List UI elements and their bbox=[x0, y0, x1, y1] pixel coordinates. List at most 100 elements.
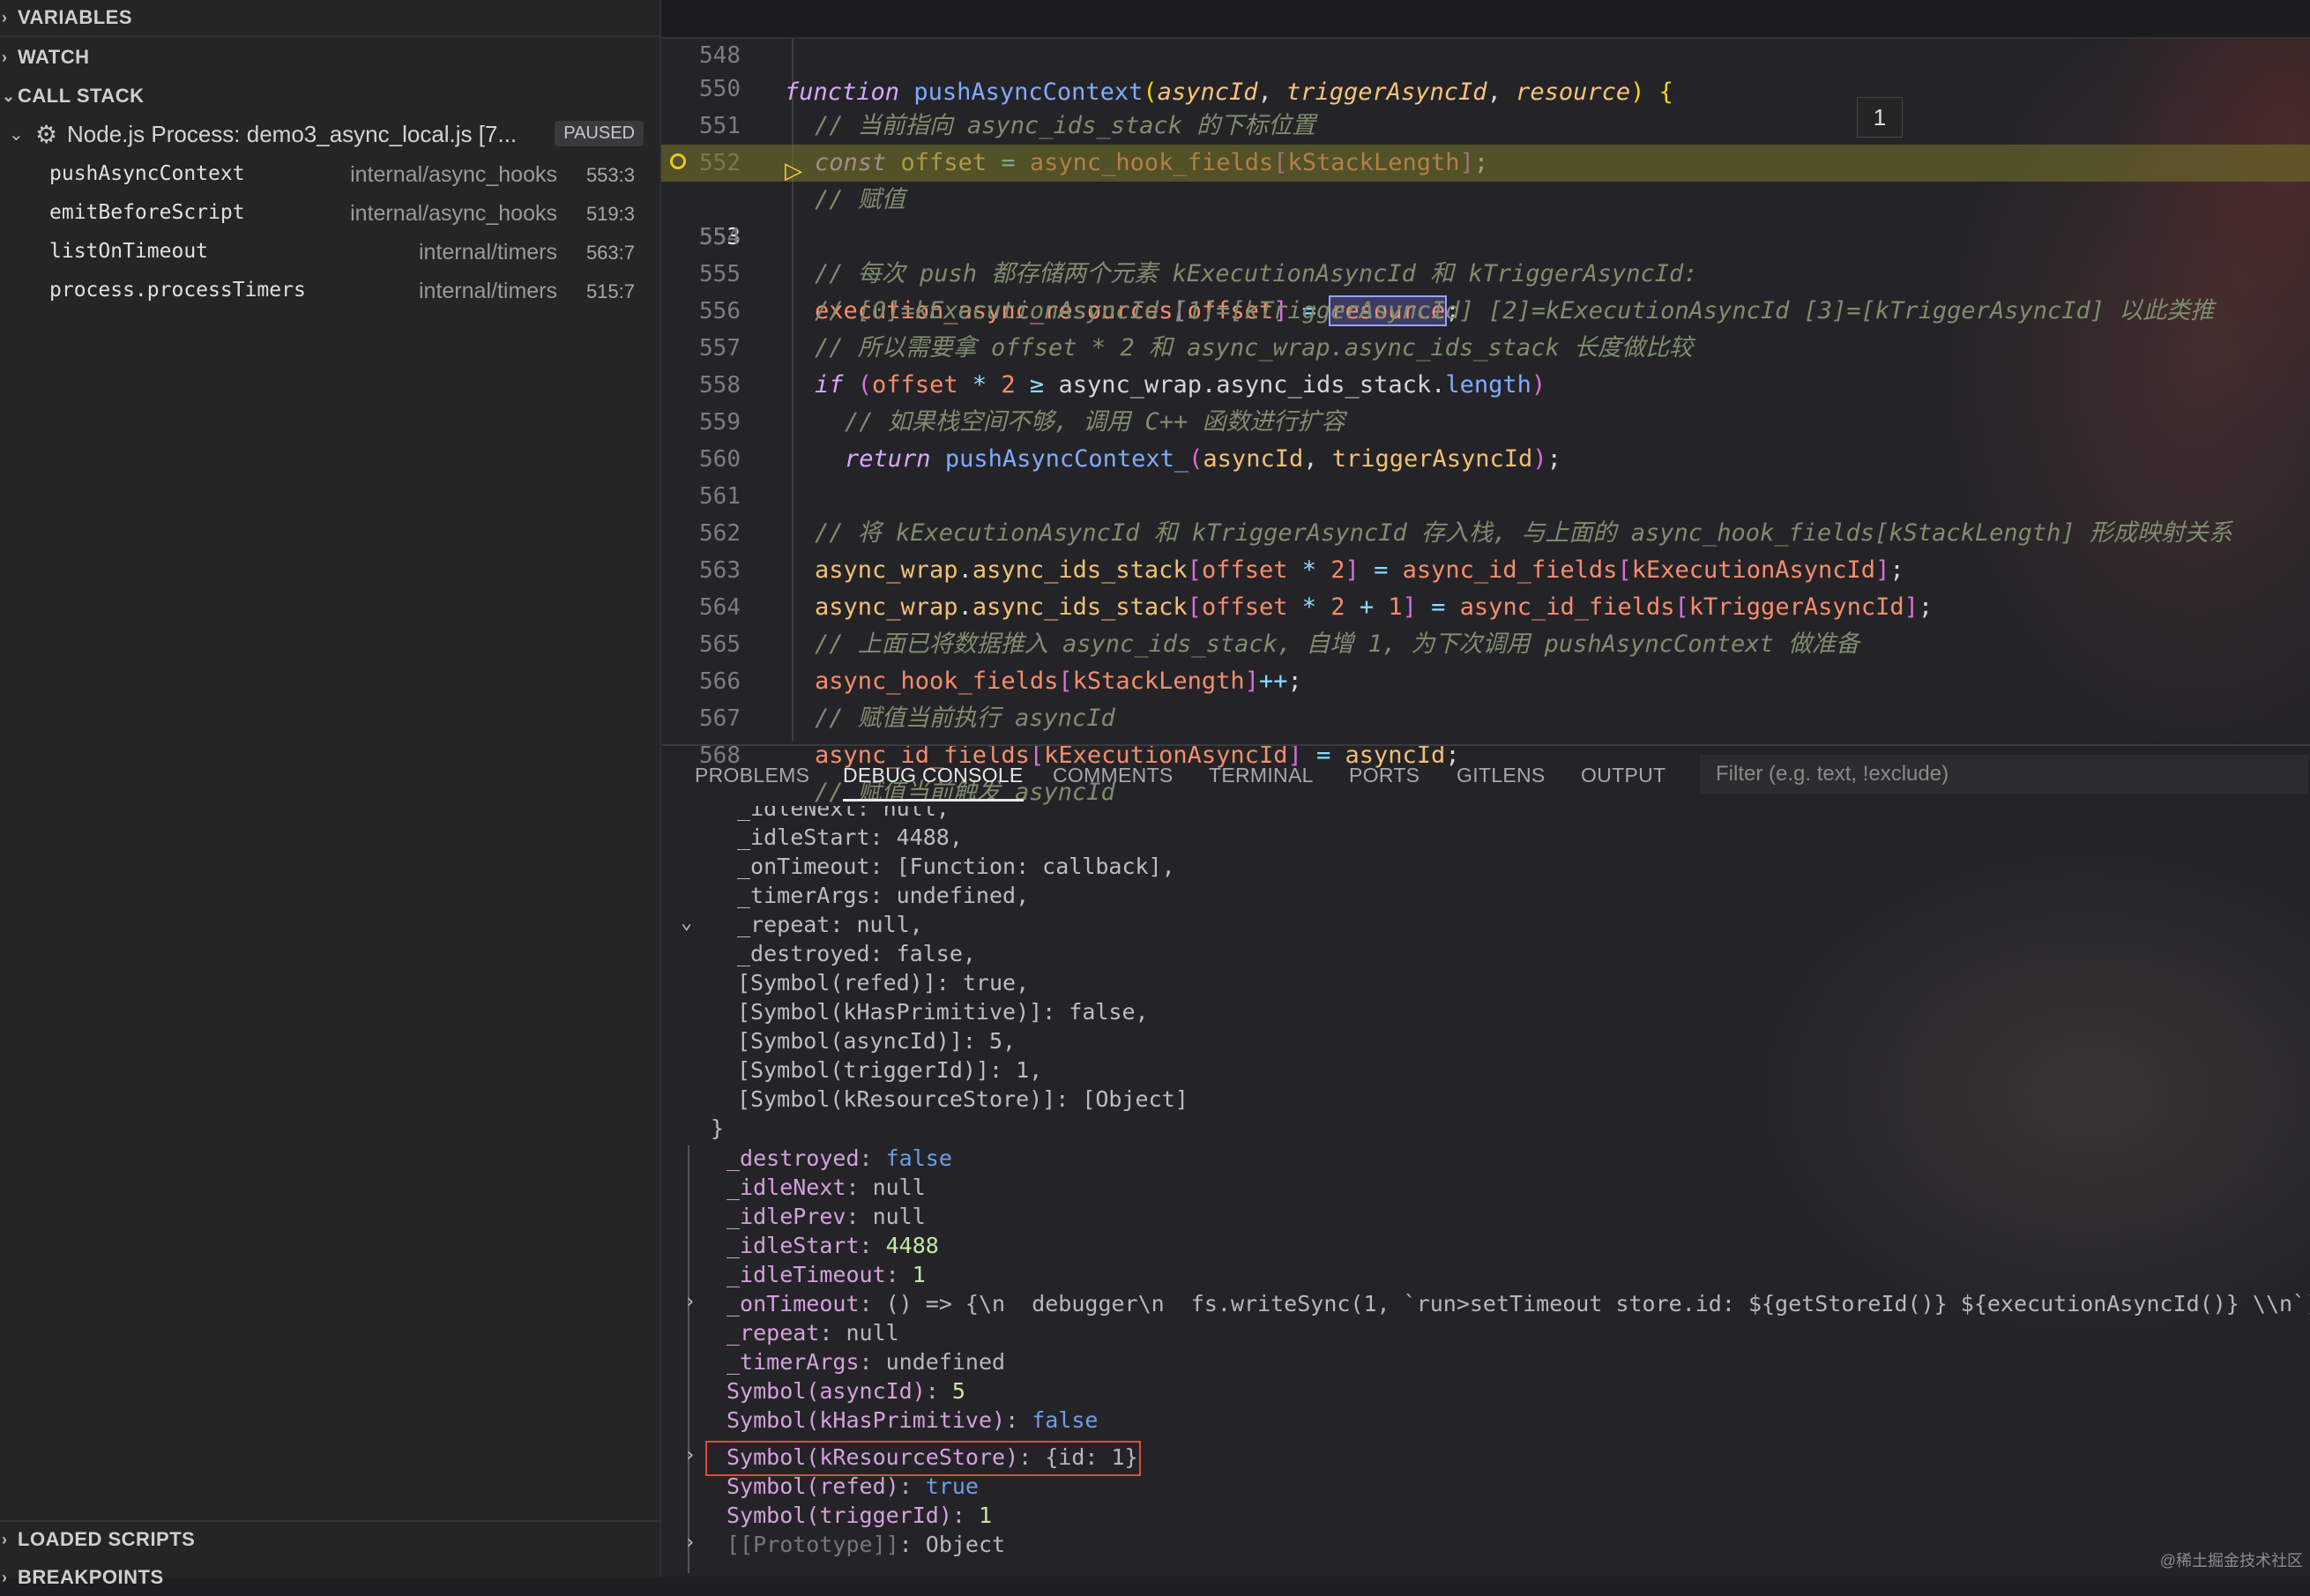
object-property: Symbol(triggerId): 1 bbox=[727, 1503, 993, 1528]
loaded-scripts-section-header[interactable]: › LOADED SCRIPTS bbox=[0, 1520, 659, 1557]
bottom-panel: PROBLEMS DEBUG CONSOLE COMMENTS TERMINAL… bbox=[661, 744, 2310, 1577]
object-property[interactable]: _onTimeout: () => {\n debugger\n fs.writ… bbox=[727, 1289, 2310, 1318]
frame-source: internal/timers bbox=[419, 240, 557, 265]
code-line[interactable]: 555 // [0]=kExecutionAsyncId [1]=[kTrigg… bbox=[661, 219, 2310, 324]
code-line[interactable]: 561 // 将 kExecutionAsyncId 和 kTriggerAsy… bbox=[661, 441, 2310, 547]
stack-frame[interactable]: listOnTimeout internal/timers 563:7 bbox=[0, 233, 659, 272]
watch-section-header[interactable]: › WATCH bbox=[0, 39, 659, 76]
object-property: Symbol(asyncId): 5 bbox=[727, 1378, 965, 1404]
console-line: [Symbol(asyncId)]: 5, bbox=[737, 1028, 1017, 1054]
object-property: _idleStart: 4488 bbox=[727, 1233, 939, 1258]
code-line[interactable]: 567 async_id_fields[kExecutionAsyncId] =… bbox=[661, 663, 2310, 769]
code-line[interactable]: 565 async_hook_fields[kStackLength]++; bbox=[661, 589, 2310, 695]
frame-source: internal/async_hooks bbox=[350, 162, 557, 187]
editor-area: 548 function pushAsyncContext(asyncId, t… bbox=[661, 0, 2310, 1577]
object-property: _idleTimeout: 1 bbox=[727, 1262, 926, 1287]
code-line[interactable]: 552 // 赋值 bbox=[661, 108, 2310, 213]
frame-function: emitBeforeScript bbox=[49, 201, 245, 224]
debug-process-row[interactable]: ⌄ ⚙ Node.js Process: demo3_async_local.j… bbox=[0, 115, 659, 153]
frame-position: 515:7 bbox=[585, 280, 635, 302]
console-line: [Symbol(kHasPrimitive)]: false, bbox=[737, 999, 1149, 1025]
code-line[interactable]: 557 if (offset * 2 ≥ async_wrap.async_id… bbox=[661, 293, 2310, 399]
code-line[interactable]: 559 return pushAsyncContext_(asyncId, tr… bbox=[661, 367, 2310, 473]
console-filter-input[interactable]: Filter (e.g. text, !exclude) bbox=[1700, 755, 2308, 794]
loaded-scripts-label: LOADED SCRIPTS bbox=[18, 1528, 196, 1550]
console-line: [Symbol(refed)]: true, bbox=[737, 970, 1030, 996]
breakpoints-label: BREAKPOINTS bbox=[18, 1566, 164, 1588]
hover-value-tooltip: 1 bbox=[1857, 97, 1903, 138]
chevron-right-icon[interactable]: › bbox=[684, 1444, 696, 1466]
object-property[interactable]: [[Prototype]]: Object bbox=[727, 1530, 1005, 1559]
tab-problems[interactable]: PROBLEMS bbox=[695, 764, 809, 787]
code-line[interactable]: 568 // 赋值当前触发 asyncId bbox=[661, 700, 2310, 806]
frame-function: pushAsyncContext bbox=[49, 162, 245, 185]
object-property: Symbol(kHasPrimitive): false bbox=[727, 1407, 1099, 1433]
chevron-right-icon: › bbox=[2, 8, 8, 26]
console-line: _destroyed: false, bbox=[737, 941, 976, 966]
breakpoints-section-header[interactable]: › BREAKPOINTS bbox=[0, 1559, 659, 1596]
object-property: _destroyed: false bbox=[727, 1145, 952, 1171]
console-line: [Symbol(triggerId)]: 1, bbox=[737, 1057, 1043, 1083]
object-property: Symbol(refed): true bbox=[727, 1473, 979, 1499]
console-line: _idleStart: 4488, bbox=[737, 824, 963, 850]
breakpoint-icon[interactable] bbox=[670, 153, 686, 169]
chevron-right-icon: › bbox=[2, 1530, 8, 1548]
chevron-right-icon: › bbox=[2, 48, 8, 66]
stack-frame[interactable]: emitBeforeScript internal/async_hooks 51… bbox=[0, 194, 659, 233]
console-line: _onTimeout: [Function: callback], bbox=[737, 854, 1175, 879]
process-name: Node.js Process: demo3_async_local.js [7… bbox=[67, 121, 518, 147]
code-line[interactable]: 554 // 每次 push 都存储两个元素 kExecutionAsyncId… bbox=[661, 182, 2310, 287]
debug-sidebar: › VARIABLES › WATCH ⌄ CALL STACK ⌄ ⚙ Nod… bbox=[0, 0, 661, 1588]
code-line[interactable]: 551 const offset = async_hook_fields[kSt… bbox=[661, 71, 2310, 176]
object-property: _timerArgs: undefined bbox=[727, 1349, 1006, 1375]
frame-position: 553:3 bbox=[585, 164, 635, 186]
chevron-down-icon: ⌄ bbox=[2, 86, 16, 105]
code-editor[interactable]: 548 function pushAsyncContext(asyncId, t… bbox=[661, 0, 2310, 806]
chevron-down-icon[interactable]: ⌄ bbox=[681, 912, 692, 934]
gear-icon: ⚙ bbox=[35, 121, 58, 148]
frame-function: process.processTimers bbox=[49, 279, 306, 302]
frame-function: listOnTimeout bbox=[49, 240, 209, 263]
console-line: [Symbol(kResourceStore)]: [Object] bbox=[737, 1086, 1189, 1112]
chevron-right-icon[interactable]: › bbox=[684, 1532, 696, 1554]
chevron-right-icon[interactable]: › bbox=[684, 1291, 696, 1313]
console-line: _idleNext: null, bbox=[737, 806, 950, 821]
tab-output[interactable]: OUTPUT bbox=[1581, 764, 1665, 787]
object-property: _idlePrev: null bbox=[727, 1204, 926, 1229]
chevron-right-icon: › bbox=[2, 1568, 8, 1586]
tab-debug-console[interactable]: DEBUG CONSOLE bbox=[843, 764, 1024, 802]
code-line[interactable]: 550 // 当前指向 async_ids_stack 的下标位置 bbox=[661, 34, 2310, 139]
stack-frame[interactable]: process.processTimers internal/timers 51… bbox=[0, 272, 659, 310]
current-execution-line[interactable]: 553 ▷ execution_async_resources[offset] … bbox=[661, 145, 2310, 326]
variables-section-header[interactable]: › VARIABLES bbox=[0, 0, 659, 37]
debug-console-output[interactable]: _idleNext: null, _idleStart: 4488, _onTi… bbox=[661, 806, 2310, 1577]
paused-badge: PAUSED bbox=[555, 121, 644, 146]
frame-source: internal/async_hooks bbox=[350, 201, 557, 226]
tab-comments[interactable]: COMMENTS bbox=[1053, 764, 1174, 787]
frame-position: 563:7 bbox=[585, 242, 635, 264]
call-stack-section-header[interactable]: ⌄ CALL STACK bbox=[0, 78, 659, 115]
code-line[interactable]: 563 async_wrap.async_ids_stack[offset * … bbox=[661, 515, 2310, 621]
frame-source: internal/timers bbox=[419, 279, 557, 303]
code-line[interactable]: 560 bbox=[661, 404, 2310, 473]
chevron-down-icon: ⌄ bbox=[9, 124, 24, 145]
watermark: @稀土掘金技术社区 bbox=[2159, 1552, 2303, 1570]
console-line: _repeat: null, bbox=[737, 912, 923, 937]
code-line[interactable]: 556 // 所以需要拿 offset * 2 和 async_wrap.asy… bbox=[661, 256, 2310, 362]
console-line: _timerArgs: undefined, bbox=[737, 883, 1030, 908]
code-line[interactable]: 564 // 上面已将数据推入 async_ids_stack, 自增 1, 为… bbox=[661, 552, 2310, 658]
variables-label: VARIABLES bbox=[18, 6, 132, 28]
stack-frame[interactable]: pushAsyncContext internal/async_hooks 55… bbox=[0, 155, 659, 194]
object-property: _repeat: null bbox=[727, 1320, 899, 1346]
code-line[interactable]: 566 // 赋值当前执行 asyncId bbox=[661, 626, 2310, 732]
code-line[interactable]: 558 // 如果栈空间不够, 调用 C++ 函数进行扩容 bbox=[661, 330, 2310, 436]
highlight-box bbox=[705, 1441, 1141, 1476]
watch-label: WATCH bbox=[18, 46, 90, 68]
tab-gitlens[interactable]: GITLENS bbox=[1457, 764, 1546, 787]
tab-ports[interactable]: PORTS bbox=[1349, 764, 1420, 787]
tree-guide bbox=[688, 1145, 689, 1573]
tab-terminal[interactable]: TERMINAL bbox=[1209, 764, 1314, 787]
code-line[interactable]: 562 async_wrap.async_ids_stack[offset * … bbox=[661, 478, 2310, 584]
console-line: } bbox=[711, 1115, 725, 1141]
object-property: _idleNext: null bbox=[727, 1175, 926, 1200]
